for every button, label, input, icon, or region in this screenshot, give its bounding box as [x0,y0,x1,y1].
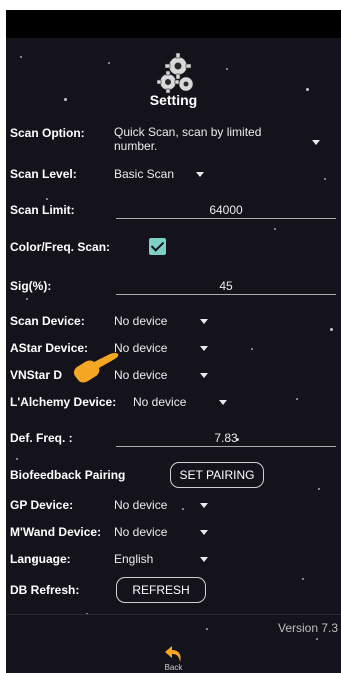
pointing-hand-icon [73,352,119,383]
lalchemy-device-label: L'Alchemy Device: [10,395,117,409]
scan-option-label: Scan Option: [10,126,85,140]
checkmark-icon [150,238,165,252]
db-refresh-label: DB Refresh: [10,583,80,597]
sig-input[interactable]: 45 [116,279,336,293]
biofeedback-pairing-label: Biofeedback Pairing [10,468,126,482]
mwand-device-label: M'Wand Device: [10,525,102,539]
chevron-down-icon[interactable] [200,319,208,324]
vnstar-device-label-visible: VNStar D [10,368,63,382]
sig-underline [116,294,336,295]
vnstar-device-dropdown[interactable]: No device [114,368,167,382]
divider [6,614,341,615]
scan-level-dropdown[interactable]: Basic Scan [114,167,174,181]
scan-limit-underline [116,218,336,219]
page-title: Setting [149,92,198,108]
def-freq-underline [116,446,336,447]
chevron-down-icon[interactable] [196,172,204,177]
back-arrow-icon[interactable] [164,644,184,664]
color-freq-scan-label: Color/Freq. Scan: [10,240,111,254]
chevron-down-icon[interactable] [200,530,208,535]
scan-limit-input[interactable]: 64000 [116,203,336,217]
status-bar [6,10,341,38]
astar-device-dropdown[interactable]: No device [114,341,167,355]
gears-icon [156,52,194,94]
chevron-down-icon[interactable] [200,373,208,378]
refresh-button[interactable]: REFRESH [116,577,206,603]
gp-device-label: GP Device: [10,498,74,512]
scan-limit-label: Scan Limit: [10,203,75,217]
app-screen: Setting Scan Option: Quick Scan, scan by… [6,10,341,673]
scan-device-dropdown[interactable]: No device [114,314,167,328]
mwand-device-dropdown[interactable]: No device [114,525,167,539]
sig-label: Sig(%): [10,279,52,293]
chevron-down-icon[interactable] [312,140,320,145]
vnstar-device-label: VNStar D: [10,368,80,382]
gp-device-dropdown[interactable]: No device [114,498,167,512]
scan-device-label: Scan Device: [10,314,85,328]
language-label: Language: [10,552,71,566]
def-freq-label: Def. Freq. : [10,431,73,445]
chevron-down-icon[interactable] [200,503,208,508]
scan-level-label: Scan Level: [10,167,77,181]
chevron-down-icon[interactable] [200,557,208,562]
language-dropdown[interactable]: English [114,552,153,566]
def-freq-input[interactable]: 7.83 [116,431,336,445]
lalchemy-device-dropdown[interactable]: No device [133,395,186,409]
chevron-down-icon[interactable] [219,400,227,405]
version-label: Version 7.3 [278,621,339,635]
chevron-down-icon[interactable] [200,346,208,351]
color-freq-scan-checkbox[interactable] [149,238,166,255]
set-pairing-button[interactable]: SET PAIRING [170,462,264,488]
back-label[interactable]: Back [6,663,341,672]
scan-option-dropdown[interactable]: Quick Scan, scan by limited number. [114,125,294,153]
